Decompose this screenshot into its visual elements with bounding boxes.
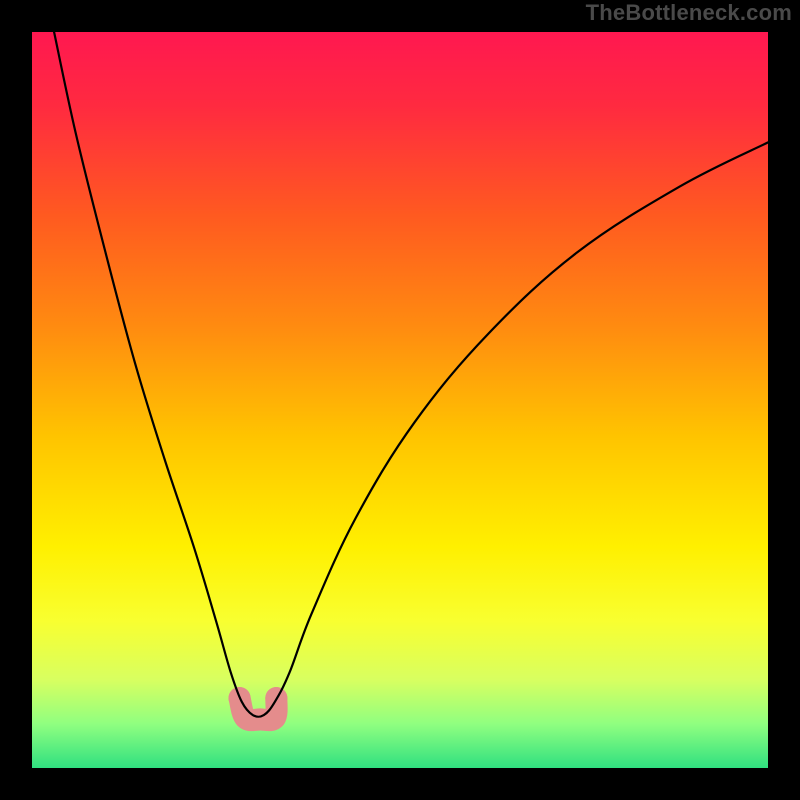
plot-area xyxy=(32,32,768,768)
gradient-background xyxy=(32,32,768,768)
chart-svg xyxy=(32,32,768,768)
chart-frame: TheBottleneck.com xyxy=(0,0,800,800)
marker-floor-3 xyxy=(264,707,286,729)
attribution-text: TheBottleneck.com xyxy=(586,0,792,26)
